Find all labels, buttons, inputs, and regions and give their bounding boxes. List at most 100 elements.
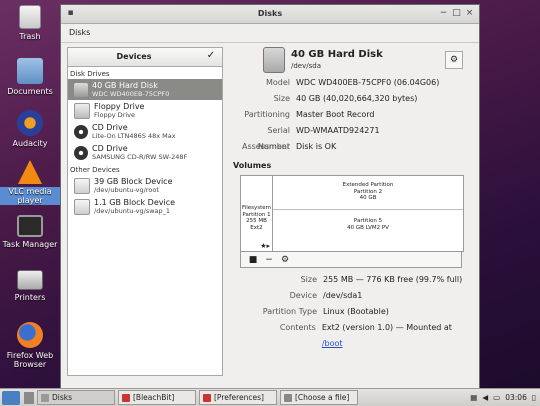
prop-key: Size — [273, 94, 290, 103]
floppy-icon — [74, 102, 90, 119]
desktop-icon-documents[interactable]: Documents — [0, 58, 60, 96]
volume-icon[interactable]: ◀ — [482, 393, 488, 402]
taskbar: Disks [BleachBit] [Preferences] [Choose … — [0, 388, 540, 406]
devices-header: Devices ✓ — [67, 47, 223, 67]
prop-value: Linux (Bootable) — [323, 307, 389, 316]
show-desktop-icon[interactable]: ▯ — [532, 393, 536, 402]
disks-window: ▪ Disks − □ × Disks Devices ✓ Disk Drive… — [60, 4, 480, 390]
task-bleachbit[interactable]: [BleachBit] — [118, 390, 196, 405]
task-label: Disks — [52, 393, 73, 402]
task-choose-file[interactable]: [Choose a file] — [280, 390, 358, 405]
window-titlebar[interactable]: ▪ Disks − □ × — [61, 5, 479, 24]
devices-pane: Devices ✓ Disk Drives 40 GB Hard Disk WDC… — [67, 47, 223, 377]
optical-drive-icon — [74, 145, 88, 160]
prop-value: 40 GB (40,020,664,320 bytes) — [296, 94, 418, 103]
device-subtitle: /dev/ubuntu-vg/root — [94, 186, 159, 194]
partition-1-block[interactable]: Filesystem Partition 1 255 MB Ext2 ★▸ — [241, 176, 273, 251]
part-prop-type: Partition Type Linux (Bootable) — [233, 304, 473, 320]
prop-value: Master Boot Record — [296, 110, 375, 119]
disk-header: 40 GB Hard Disk /dev/sda ⚙ — [233, 47, 473, 75]
device-item-cd-2[interactable]: CD Drive SAMSUNG CD-R/RW SW-248F — [68, 142, 222, 163]
vlc-cone-icon — [18, 160, 42, 184]
desktop-icon-label: Audacity — [12, 139, 48, 148]
device-item-floppy[interactable]: Floppy Drive Floppy Drive — [68, 100, 222, 121]
folder-icon — [17, 58, 43, 84]
desktop-icon-audacity[interactable]: Audacity — [0, 110, 60, 148]
disk-prop-assessment: Assessment Disk is OK — [233, 139, 473, 155]
start-menu-icon[interactable] — [2, 390, 20, 405]
keyboard-icon[interactable]: ▭ — [493, 393, 500, 402]
part-prop-size: Size 255 MB — 776 KB free (99.7% full) — [233, 272, 473, 288]
prop-key: Contents — [279, 323, 316, 332]
task-label: [BleachBit] — [133, 393, 175, 402]
task-label: [Choose a file] — [295, 393, 350, 402]
prop-value: Ext2 (version 1.0) — Mounted at — [321, 323, 452, 332]
desktop-icon-label: Trash — [19, 32, 41, 41]
device-item-hard-disk[interactable]: 40 GB Hard Disk WDC WD400EB-75CPF0 — [68, 79, 222, 100]
partition-5-block[interactable]: Partition 5 40 GB LVM2 PV — [273, 209, 463, 251]
group-other-devices: Other Devices — [70, 166, 120, 174]
partition-label: 255 MB Ext2 — [246, 218, 267, 231]
app-menubar: Disks — [61, 24, 479, 43]
desktop-icon-vlc[interactable]: VLC media player — [0, 160, 60, 205]
stop-icon[interactable]: ■ — [245, 255, 261, 265]
optical-drive-icon — [74, 124, 88, 139]
monitor-icon — [17, 215, 43, 237]
partition-label: Filesystem — [241, 205, 272, 211]
desktop-icon-label: Firefox Web Browser — [6, 351, 54, 369]
gear-icon[interactable]: ⚙ — [445, 51, 463, 69]
preferences-icon — [203, 393, 211, 402]
prop-value: Disk is OK — [296, 142, 337, 151]
device-title: CD Drive — [92, 123, 128, 132]
device-title: 40 GB Hard Disk — [92, 81, 158, 90]
mount-point-link[interactable]: /boot — [322, 339, 343, 348]
network-icon[interactable]: ▦ — [470, 393, 477, 402]
audacity-icon — [17, 110, 43, 136]
disk-detail-pane: 40 GB Hard Disk /dev/sda ⚙ Model WDC WD40… — [233, 47, 473, 377]
task-preferences[interactable]: [Preferences] — [199, 390, 277, 405]
clock[interactable]: 03:06 — [505, 393, 527, 402]
prop-key: Size — [300, 275, 317, 284]
volumes-heading: Volumes — [233, 161, 272, 170]
gear-icon[interactable]: ⚙ — [277, 255, 293, 265]
device-subtitle: /dev/ubuntu-vg/swap_1 — [94, 207, 171, 215]
device-subtitle: SAMSUNG CD-R/RW SW-248F — [92, 153, 188, 161]
desktop-icon-printers[interactable]: Printers — [0, 270, 60, 302]
device-item-cd-1[interactable]: CD Drive Lite-On LTN486S 48x Max — [68, 121, 222, 142]
part-prop-contents: Contents Ext2 (version 1.0) — Mounted at… — [233, 320, 473, 348]
prop-value: 255 MB — 776 KB free (99.7% full) — [323, 275, 463, 284]
device-item-block-root[interactable]: 39 GB Block Device/dev/ubuntu-vg/root — [68, 175, 222, 196]
desktop-icon-firefox[interactable]: Firefox Web Browser — [0, 322, 60, 369]
menu-disks[interactable]: Disks — [69, 28, 90, 37]
device-subtitle: WDC WD400EB-75CPF0 — [92, 90, 170, 98]
volume-toolbar: ■ − ⚙ — [240, 252, 462, 268]
close-icon[interactable]: × — [464, 8, 475, 19]
disk-prop-size: Size 40 GB (40,020,664,320 bytes) — [233, 91, 473, 107]
desktop-icon-task-manager[interactable]: Task Manager — [0, 215, 60, 249]
device-list: Disk Drives 40 GB Hard Disk WDC WD400EB-7… — [67, 67, 223, 376]
device-title: CD Drive — [92, 144, 128, 153]
device-item-block-swap[interactable]: 1.1 GB Block Device/dev/ubuntu-vg/swap_1 — [68, 196, 222, 217]
task-label: [Preferences] — [214, 393, 264, 402]
device-subtitle: Floppy Drive — [94, 111, 136, 119]
disk-prop-model: Model WDC WD400EB-75CPF0 (06.04G06) — [233, 75, 473, 91]
devices-header-label: Devices — [116, 52, 152, 61]
window-title: Disks — [257, 9, 283, 18]
partition-properties: Size 255 MB — 776 KB free (99.7% full) De… — [233, 272, 473, 348]
disk-name: 40 GB Hard Disk — [291, 49, 383, 60]
desktop-icon-label: Documents — [7, 87, 53, 96]
disk-path: /dev/sda — [291, 62, 321, 70]
extended-partition-block[interactable]: Extended Partition Partition 2 40 GB — [273, 176, 463, 209]
file-dialog-icon — [284, 393, 292, 402]
checkmark-icon[interactable]: ✓ — [204, 50, 218, 64]
prop-key: Assessment — [242, 142, 290, 151]
prop-value: WDC WD400EB-75CPF0 (06.04G06) — [296, 78, 440, 87]
maximize-icon[interactable]: □ — [451, 8, 462, 19]
desktop-icon-label: VLC media player — [0, 187, 60, 205]
task-disks[interactable]: Disks — [37, 390, 115, 405]
minus-icon[interactable]: − — [261, 255, 277, 265]
minimize-icon[interactable]: − — [438, 8, 449, 19]
quicklaunch-icon[interactable] — [24, 391, 34, 404]
desktop-icon-trash[interactable]: Trash — [0, 5, 60, 41]
device-subtitle: Lite-On LTN486S 48x Max — [92, 132, 176, 140]
